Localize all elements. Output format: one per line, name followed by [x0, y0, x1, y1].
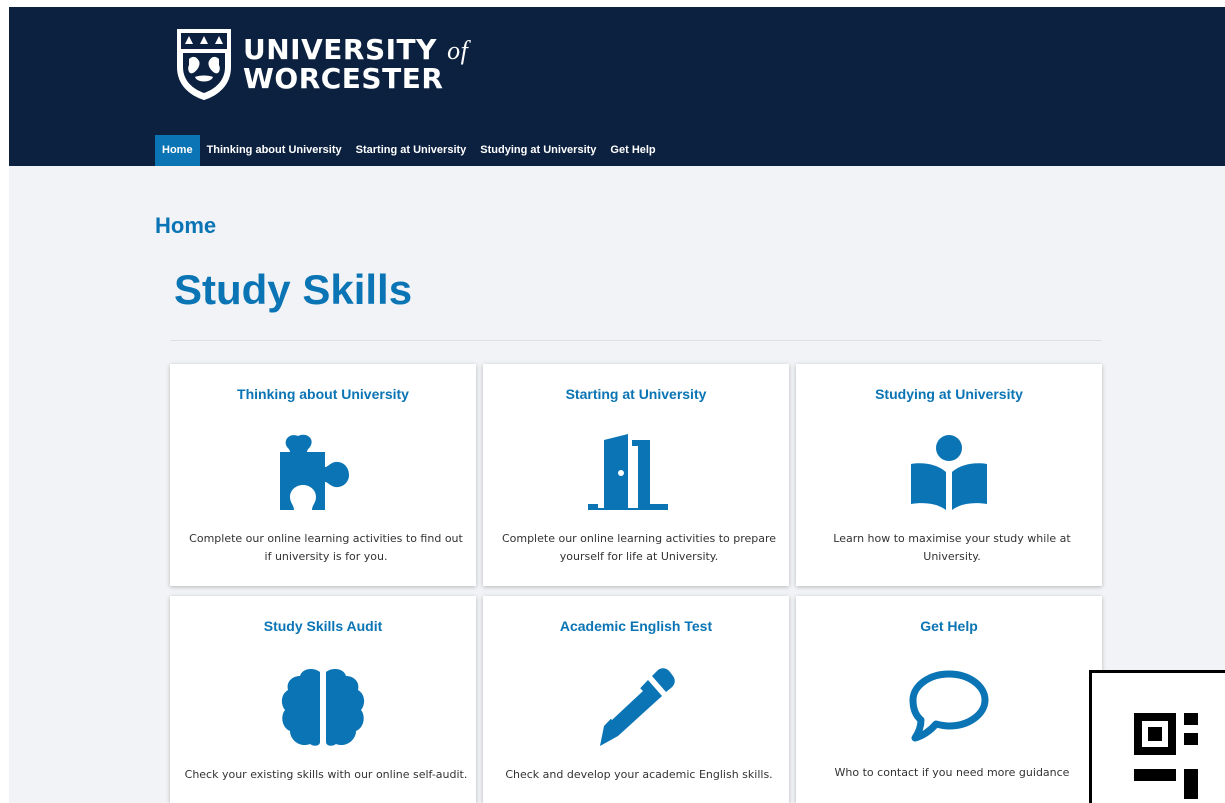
card-academic-english-test[interactable]: Academic English Test Check and develop … [483, 596, 789, 803]
university-crest-icon [177, 29, 231, 101]
main-nav: Home Thinking about University Starting … [155, 135, 663, 166]
card-title: Get Help [920, 618, 978, 634]
pencil-icon [600, 668, 675, 746]
card-description: Complete our online learning activities … [189, 532, 463, 563]
nav-item-thinking-about-university[interactable]: Thinking about University [200, 135, 349, 166]
card-title: Academic English Test [559, 618, 713, 634]
nav-item-starting-at-university[interactable]: Starting at University [349, 135, 474, 166]
speech-bubble-icon [909, 670, 989, 742]
brain-icon [281, 668, 365, 746]
logo-worcester: WORCESTER [243, 61, 444, 95]
reader-icon [911, 435, 987, 510]
nav-item-get-help[interactable]: Get Help [603, 135, 662, 166]
main-content: Home Study Skills Thinking about Univers… [9, 166, 1225, 803]
logo-university: UNIVERSITY [243, 32, 437, 66]
card-study-skills-audit[interactable]: Study Skills Audit Check your existing s… [170, 596, 476, 803]
card-get-help[interactable]: Get Help Who to contact if you need more… [796, 596, 1102, 803]
site-header: UNIVERSITY of WORCESTER Home Thinking ab… [9, 7, 1225, 166]
door-icon [588, 434, 668, 510]
breadcrumb: Home [155, 213, 217, 238]
page-title: Study Skills [174, 266, 413, 313]
qr-code-icon [1134, 713, 1198, 799]
card-description: Check your existing skills with our onli… [184, 768, 468, 781]
nav-item-home[interactable]: Home [155, 135, 200, 166]
title-divider [170, 340, 1102, 341]
qr-code-overlay [1089, 670, 1225, 803]
card-description: Check and develop your academic English … [505, 768, 773, 781]
card-title: Study Skills Audit [263, 618, 383, 634]
nav-item-studying-at-university[interactable]: Studying at University [473, 135, 603, 166]
card-studying-at-university[interactable]: Studying at University Learn how to maxi… [796, 364, 1102, 586]
card-title: Thinking about University [237, 386, 409, 402]
card-title: Studying at University [875, 386, 1023, 402]
card-description: Learn how to maximise your study while a… [833, 532, 1071, 563]
university-logo[interactable]: UNIVERSITY of WORCESTER [175, 27, 468, 101]
logo-wordmark: UNIVERSITY of WORCESTER [243, 32, 469, 95]
card-title: Starting at University [565, 386, 707, 402]
card-description: Who to contact if you need more guidance [834, 766, 1070, 779]
puzzle-piece-icon [280, 434, 349, 510]
logo-of: of [447, 35, 469, 65]
card-starting-at-university[interactable]: Starting at University Complete our onli… [483, 364, 789, 586]
card-description: Complete our online learning activities … [501, 532, 777, 563]
card-thinking-about-university[interactable]: Thinking about University Complete our o… [170, 364, 476, 586]
